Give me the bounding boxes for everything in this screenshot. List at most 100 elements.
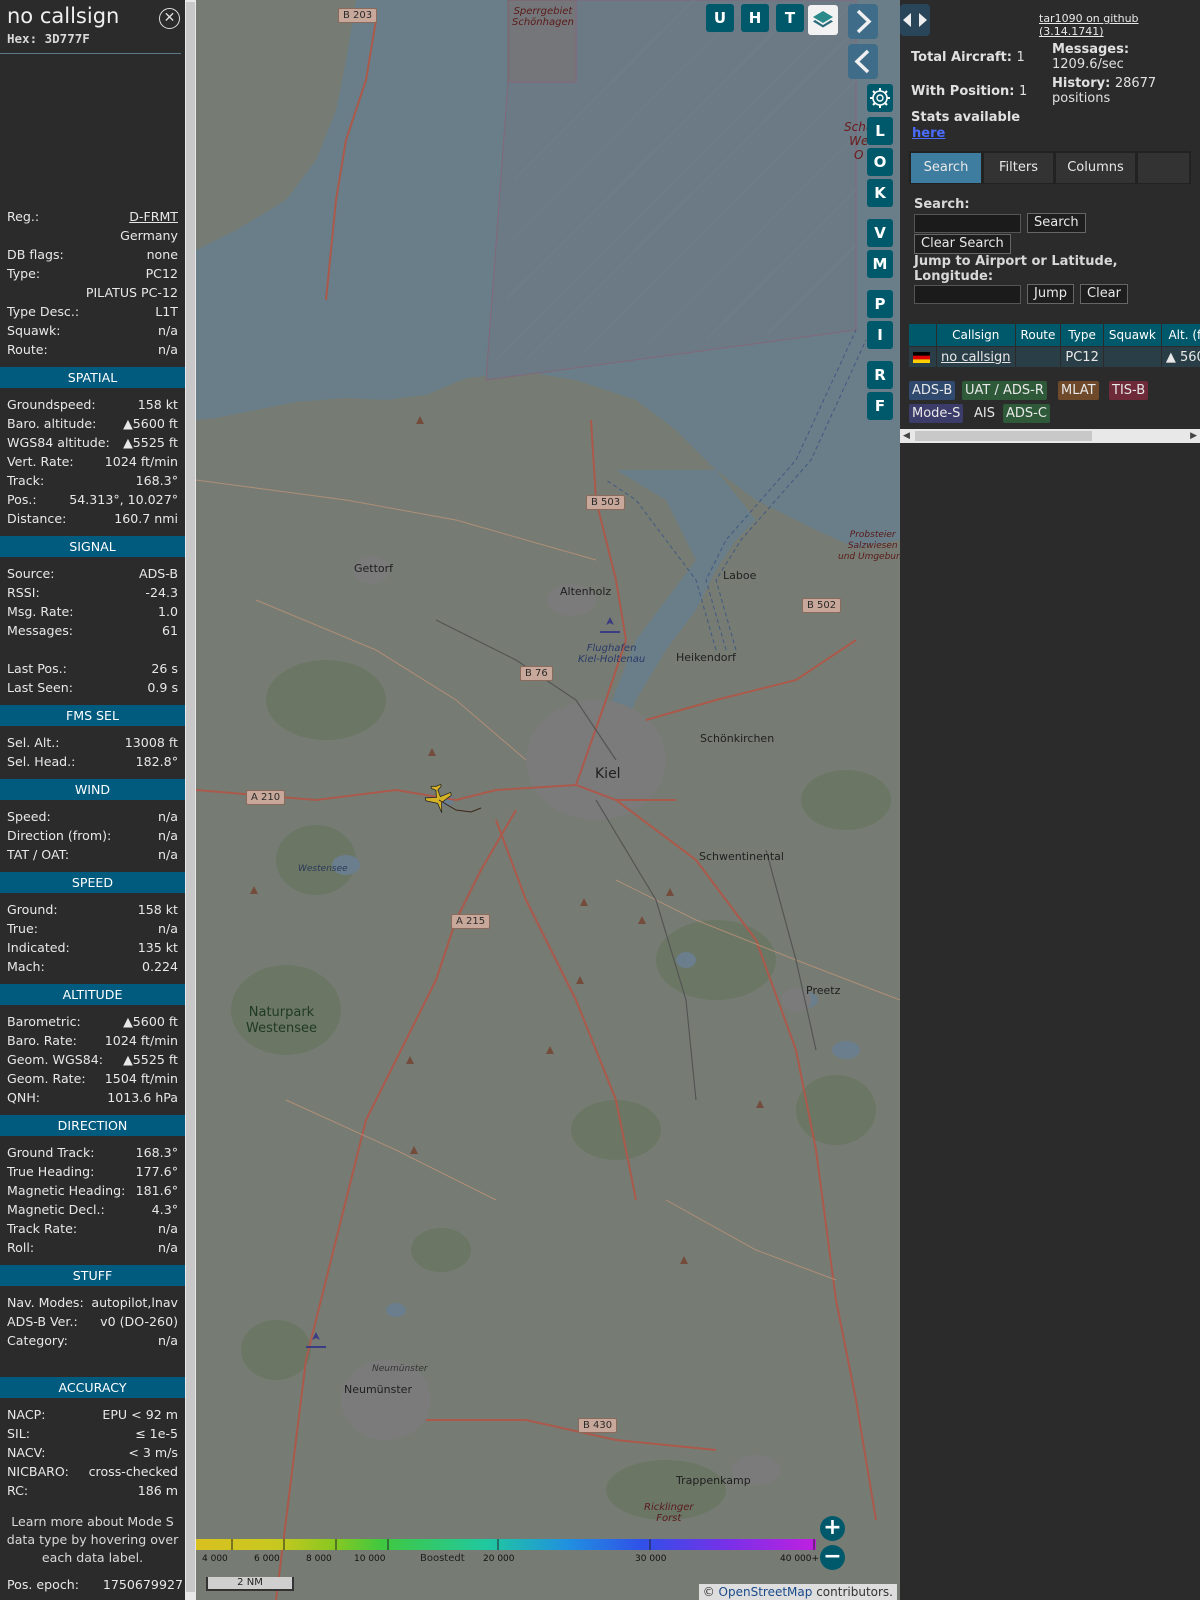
scrollbar-thumb[interactable] — [186, 2, 195, 1592]
info-label: Pos.: — [7, 492, 37, 507]
map-button-l[interactable]: L — [867, 117, 893, 145]
map-label-preetz: Preetz — [806, 984, 841, 997]
map-button-f[interactable]: F — [867, 392, 893, 420]
sidebar: tar1090 on github (3.14.1741) Total Airc… — [900, 0, 1200, 1600]
map-button-i[interactable]: I — [867, 321, 893, 349]
info-label: Track: — [7, 473, 45, 488]
section-header-altitude: ALTITUDE — [0, 984, 185, 1005]
info-value: 1024 ft/min — [104, 454, 178, 469]
map-button-m[interactable]: M — [867, 250, 893, 278]
info-value: n/a — [158, 809, 178, 824]
tab-search[interactable]: Search — [911, 153, 981, 183]
info-value: ADS-B — [138, 566, 178, 581]
map-button-u[interactable]: U — [706, 4, 734, 32]
info-label: Distance: — [7, 511, 67, 526]
chevron-right-icon[interactable] — [848, 4, 878, 39]
map-button-t[interactable]: T — [776, 4, 804, 32]
table-header-flag[interactable] — [908, 323, 937, 347]
tab-columns[interactable]: Columns — [1056, 153, 1135, 183]
table-row[interactable]: no callsign PC12 ▲ 5600 — [908, 346, 1200, 368]
chevron-left-icon[interactable] — [848, 44, 878, 79]
info-value: L1T — [155, 304, 178, 319]
scroll-right-icon[interactable]: ▶ — [1190, 429, 1197, 443]
info-value: 182.8° — [135, 754, 178, 769]
info-value[interactable]: D-FRMT — [129, 209, 178, 224]
map-button-k[interactable]: K — [867, 179, 893, 207]
info-label: Baro. Rate: — [7, 1033, 77, 1048]
map-button-p[interactable]: P — [867, 290, 893, 318]
info-row: TAT / OAT: n/a — [0, 846, 185, 865]
jump-button[interactable]: Jump — [1027, 284, 1074, 304]
table-header-altitude[interactable]: Alt. (ft) — [1160, 323, 1200, 347]
info-value: 1750679927 — [102, 1577, 183, 1592]
colorbar-label: 40 000+ — [780, 1554, 820, 1564]
section-header-stuff: STUFF — [0, 1265, 185, 1286]
table-header-callsign[interactable]: Callsign — [936, 323, 1016, 347]
info-note: Learn more about Mode S data type by hov… — [6, 1514, 179, 1565]
info-label: Vert. Rate: — [7, 454, 74, 469]
info-row: Msg. Rate: 1.0 — [0, 603, 185, 622]
zoom-in-button[interactable]: + — [820, 1516, 845, 1541]
info-label: NICBARO: — [7, 1464, 69, 1479]
map-button-r[interactable]: R — [867, 361, 893, 389]
info-row: Sel. Alt.: 13008 ft — [0, 734, 185, 753]
info-panel-scrollbar[interactable] — [185, 0, 196, 1600]
info-row: QNH: 1013.6 hPa — [0, 1089, 185, 1108]
table-horizontal-scrollbar[interactable]: ◀ ▶ — [900, 429, 1200, 443]
map-button-h[interactable]: H — [741, 4, 769, 32]
info-row: Baro. Rate: 1024 ft/min — [0, 1032, 185, 1051]
info-label: Mach: — [7, 959, 45, 974]
info-label: Sel. Alt.: — [7, 735, 60, 750]
info-label: DB flags: — [7, 247, 64, 262]
scrollbar-thumb[interactable] — [915, 431, 1092, 441]
legend-tis-b: TIS-B — [1109, 381, 1149, 400]
road-shield: B 203 — [338, 8, 378, 23]
clear-search-button[interactable]: Clear Search — [914, 234, 1011, 254]
info-row: Magnetic Heading: 181.6° — [0, 1182, 185, 1201]
info-row: True: n/a — [0, 920, 185, 939]
info-value: 54.313°, 10.027° — [69, 492, 178, 507]
zoom-out-button[interactable]: − — [820, 1545, 845, 1570]
table-header-type[interactable]: Type — [1060, 323, 1104, 347]
callsign-cell[interactable]: no callsign — [936, 346, 1016, 368]
info-value: 181.6° — [135, 1183, 178, 1198]
map-base-layer — [196, 0, 900, 1600]
map-label-sperrgebiet: Sperrgebiet Schönhagen — [512, 6, 574, 28]
map-label-kiel: Kiel — [595, 766, 621, 782]
map-button-o[interactable]: O — [867, 148, 893, 176]
openstreetmap-link[interactable]: OpenStreetMap — [719, 1585, 813, 1599]
info-value: n/a — [158, 921, 178, 936]
github-link[interactable]: tar1090 on github (3.14.1741) — [1039, 12, 1200, 38]
table-header-squawk[interactable]: Squawk — [1102, 323, 1162, 347]
info-row: Ground Track: 168.3° — [0, 1144, 185, 1163]
scroll-left-icon[interactable]: ◀ — [903, 429, 910, 443]
route-cell — [1014, 346, 1062, 368]
expand-sidebar-icon[interactable] — [900, 4, 930, 36]
info-row: Germany — [0, 227, 185, 246]
squawk-cell — [1102, 346, 1162, 368]
stats-link[interactable]: here — [912, 126, 945, 141]
map-label-neumuenster: Neumünster — [344, 1383, 412, 1396]
clear-jump-button[interactable]: Clear — [1080, 284, 1128, 304]
close-icon[interactable]: ✕ — [159, 8, 180, 29]
search-input[interactable] — [914, 214, 1021, 233]
info-row: Track: 168.3° — [0, 472, 185, 491]
info-label: Direction (from): — [7, 828, 112, 843]
gear-icon[interactable] — [867, 84, 893, 112]
table-header-route[interactable]: Route — [1014, 323, 1062, 347]
jump-input[interactable] — [914, 285, 1021, 304]
tab-filters[interactable]: Filters — [984, 153, 1053, 183]
info-label: Barometric: — [7, 1014, 81, 1029]
map-button-v[interactable]: V — [867, 219, 893, 247]
search-button[interactable]: Search — [1027, 213, 1086, 233]
info-value: 1024 ft/min — [104, 1033, 178, 1048]
map-view[interactable]: Gettorf Altenholz Laboe Heikendorf Schön… — [196, 0, 900, 1600]
map-label-schwentinental: Schwentinental — [699, 850, 784, 863]
flag-cell — [908, 346, 937, 368]
legend-mode-s: Mode-S — [909, 404, 964, 423]
info-value: n/a — [158, 1240, 178, 1255]
info-label: QNH: — [7, 1090, 41, 1105]
info-row: Last Pos.: 26 s — [0, 660, 185, 679]
layers-icon[interactable] — [808, 5, 838, 35]
info-label: Type: — [7, 266, 41, 281]
